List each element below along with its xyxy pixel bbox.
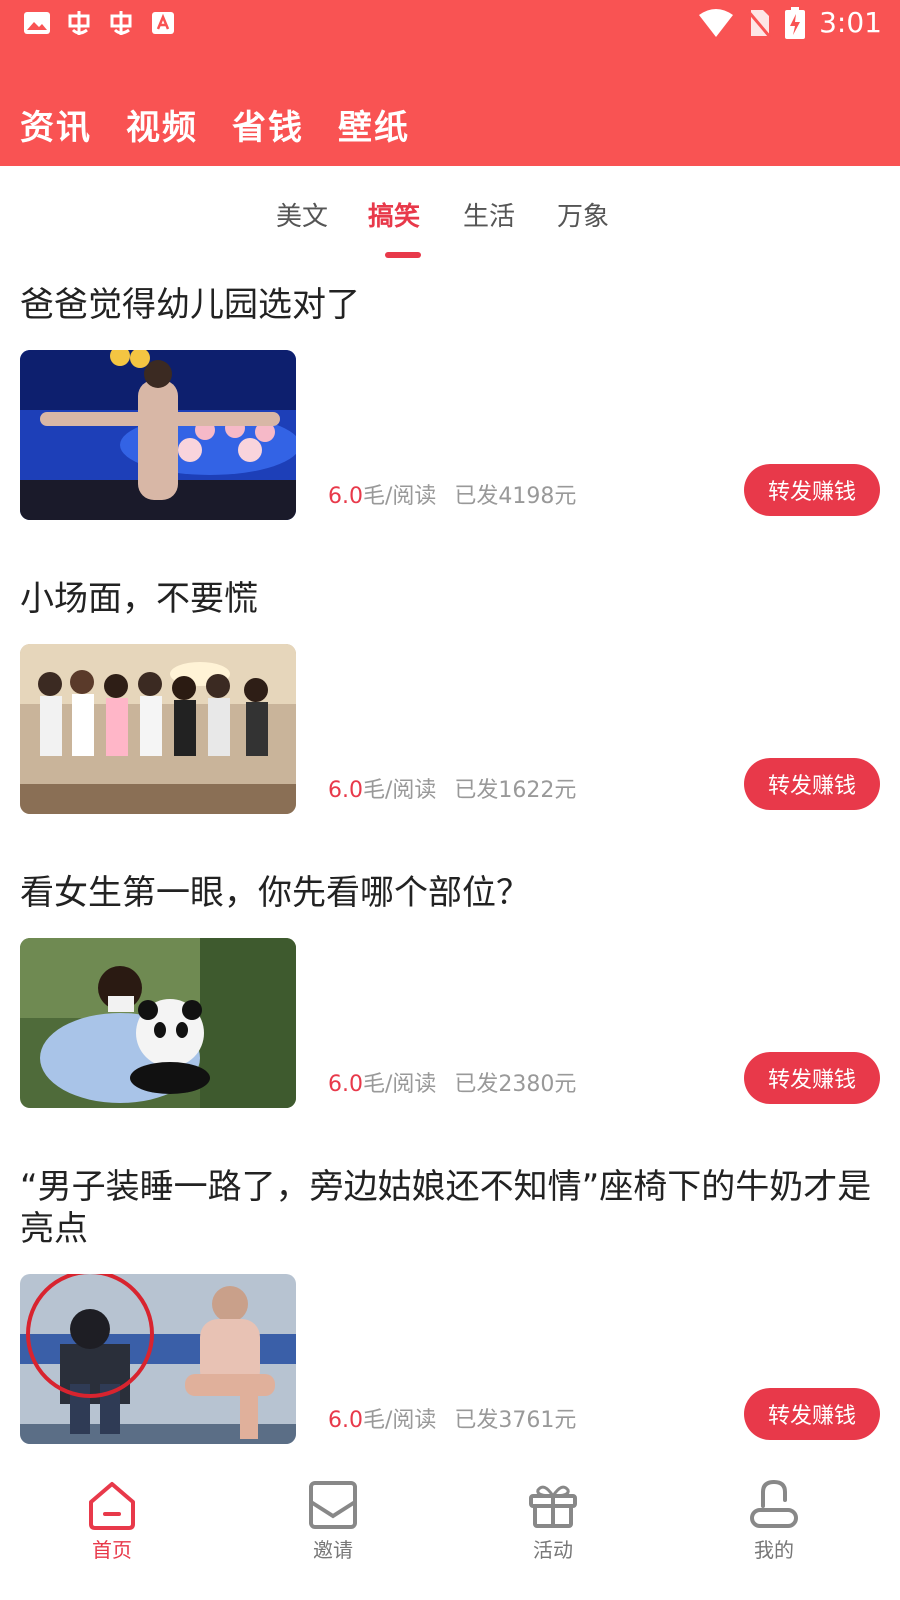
article-card[interactable]: 看女生第一眼，你先看哪个部位？ 6.0毛/阅读 已发2380元 转发赚钱 [20, 872, 880, 1112]
bottom-nav-invite[interactable]: 邀请 [273, 1478, 393, 1563]
article-meta: 6.0毛/阅读 已发2380元 [328, 1066, 576, 1098]
status-bar: 3:01 [0, 0, 900, 50]
top-tab-video[interactable]: 视频 [126, 100, 198, 149]
bottom-nav-profile[interactable]: 我的 [714, 1478, 834, 1563]
rate-unit: 毛/阅读 [363, 484, 437, 509]
share-earn-button[interactable]: 转发赚钱 [744, 1052, 880, 1104]
image-notification-icon [24, 12, 50, 34]
article-title[interactable]: 爸爸觉得幼儿园选对了 [20, 284, 880, 326]
header: 3:01 资讯 视频 省钱 壁纸 [0, 0, 900, 166]
rate-unit: 毛/阅读 [363, 1408, 437, 1433]
battery-charging-icon [785, 6, 806, 39]
bottom-nav-profile-label: 我的 [754, 1538, 794, 1562]
article-card[interactable]: “男子装睡一路了，旁边姑娘还不知情”座椅下的牛奶才是亮点 6.0毛/阅读 已发3… [20, 1166, 880, 1456]
top-tab-news[interactable]: 资讯 [20, 100, 92, 149]
status-time: 3:01 [819, 6, 882, 39]
article-card[interactable]: 小场面，不要慌 6.0毛/阅读 已发1622元 转发赚钱 [20, 578, 880, 818]
app-screen: 3:01 资讯 视频 省钱 壁纸 美文 搞笑 生活 万象 爸爸觉得幼儿园选对了 [0, 0, 900, 1600]
article-meta: 6.0毛/阅读 已发4198元 [328, 478, 576, 510]
font-notification-icon [152, 12, 174, 34]
article-thumbnail[interactable] [20, 938, 296, 1108]
no-sim-icon [747, 9, 772, 38]
wifi-icon [699, 8, 734, 37]
bottom-nav-home-label: 首页 [92, 1538, 132, 1562]
article-thumbnail[interactable] [20, 1274, 296, 1444]
app-notification-icon [68, 11, 90, 35]
rate-value: 6.0 [328, 778, 363, 803]
rate-unit: 毛/阅读 [363, 1072, 437, 1097]
rate-value: 6.0 [328, 484, 363, 509]
share-earn-button[interactable]: 转发赚钱 [744, 464, 880, 516]
bottom-nav: 首页 邀请 活动 我的 [0, 1468, 900, 1600]
status-left-icons [22, 8, 178, 38]
gift-icon [529, 1485, 577, 1528]
share-earn-button[interactable]: 转发赚钱 [744, 1388, 880, 1440]
status-right-icons: 3:01 [699, 6, 882, 39]
active-tab-indicator [385, 252, 421, 258]
envelope-icon [309, 1481, 357, 1529]
top-nav: 资讯 视频 省钱 壁纸 [20, 100, 410, 149]
bottom-nav-activity[interactable]: 活动 [493, 1478, 613, 1563]
category-tabs: 美文 搞笑 生活 万象 [0, 166, 900, 266]
paid-amount: 已发1622元 [454, 778, 577, 803]
bottom-nav-home[interactable]: 首页 [52, 1478, 172, 1563]
category-tab-funny[interactable]: 搞笑 [368, 196, 420, 233]
category-tab-misc[interactable]: 万象 [557, 196, 609, 233]
bottom-nav-activity-label: 活动 [533, 1538, 573, 1562]
app-notification-icon-2 [110, 11, 132, 35]
paid-amount: 已发4198元 [454, 484, 577, 509]
rate-unit: 毛/阅读 [363, 778, 437, 803]
top-tab-wallpaper[interactable]: 壁纸 [338, 100, 410, 149]
category-tab-essays[interactable]: 美文 [276, 196, 328, 233]
article-meta: 6.0毛/阅读 已发1622元 [328, 772, 576, 804]
paid-amount: 已发2380元 [454, 1072, 577, 1097]
article-title[interactable]: 小场面，不要慌 [20, 578, 880, 620]
rate-value: 6.0 [328, 1408, 363, 1433]
top-tab-savings[interactable]: 省钱 [232, 100, 304, 149]
article-card[interactable]: 爸爸觉得幼儿园选对了 6.0毛/阅读 已发4198元 转发赚钱 [20, 284, 880, 524]
profile-icon [750, 1479, 798, 1528]
category-tab-life[interactable]: 生活 [463, 196, 515, 233]
home-icon [89, 1482, 135, 1530]
share-earn-button[interactable]: 转发赚钱 [744, 758, 880, 810]
article-meta: 6.0毛/阅读 已发3761元 [328, 1402, 576, 1434]
rate-value: 6.0 [328, 1072, 363, 1097]
article-title[interactable]: “男子装睡一路了，旁边姑娘还不知情”座椅下的牛奶才是亮点 [20, 1166, 880, 1250]
bottom-nav-invite-label: 邀请 [313, 1538, 353, 1562]
article-thumbnail[interactable] [20, 350, 296, 520]
paid-amount: 已发3761元 [454, 1408, 577, 1433]
article-title[interactable]: 看女生第一眼，你先看哪个部位？ [20, 872, 880, 914]
article-thumbnail[interactable] [20, 644, 296, 814]
